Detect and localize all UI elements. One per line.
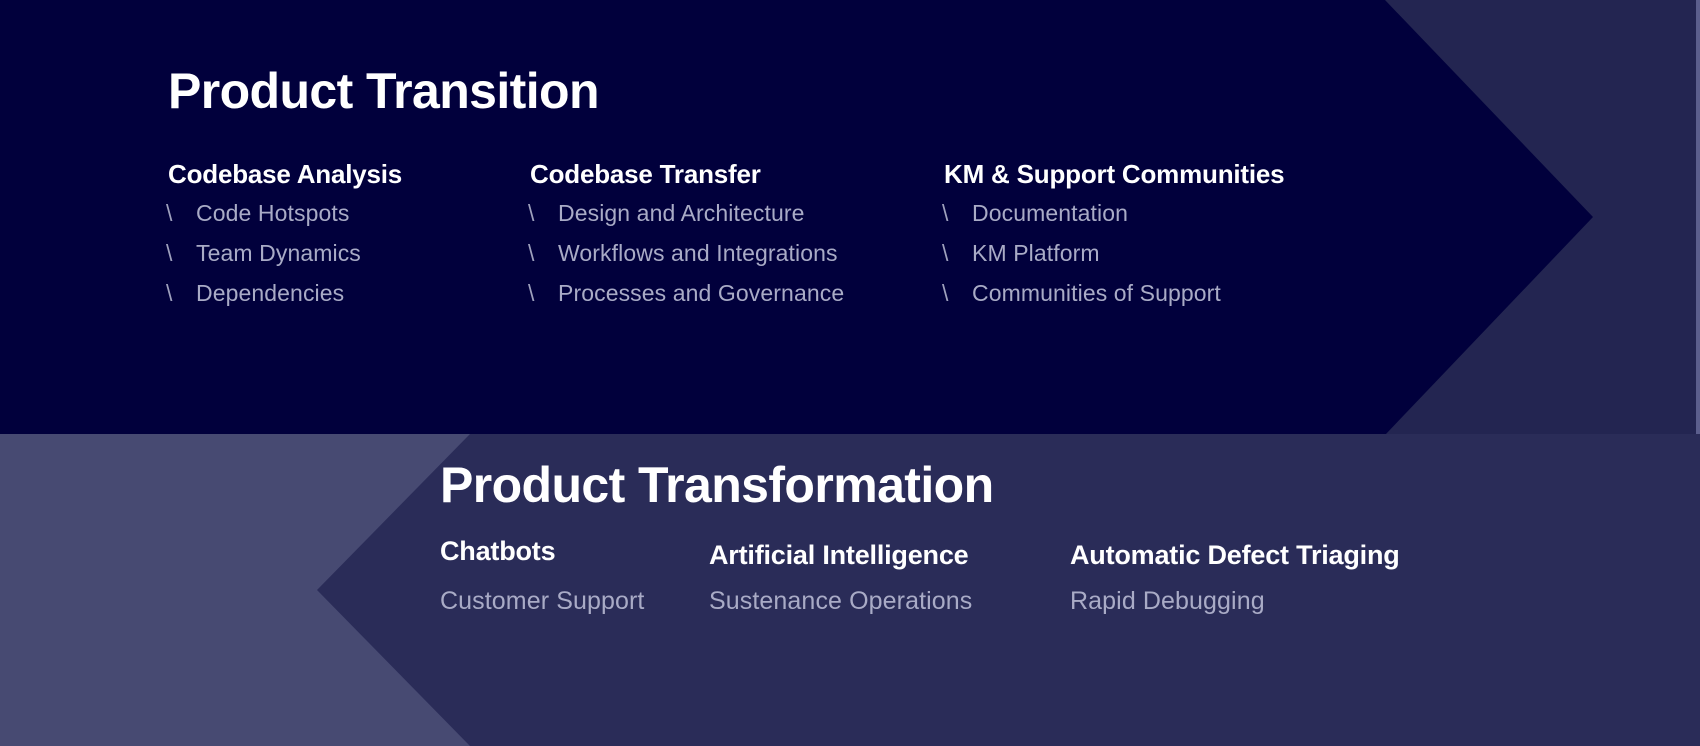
list-item: \ Design and Architecture: [528, 200, 844, 240]
list-item: \ Dependencies: [166, 280, 361, 320]
backslash-icon: \: [942, 200, 949, 226]
list-item: \ Team Dynamics: [166, 240, 361, 280]
list-item-label: Code Hotspots: [196, 200, 350, 226]
list-item: \ KM Platform: [942, 240, 1221, 280]
list-item-label: Team Dynamics: [196, 240, 361, 266]
column-caption-chatbots: Customer Support: [440, 587, 645, 615]
bullet-list-codebase-transfer: \ Design and Architecture \ Workflows an…: [528, 200, 844, 320]
backslash-icon: \: [166, 200, 173, 226]
list-item: \ Documentation: [942, 200, 1221, 240]
backslash-icon: \: [166, 280, 173, 306]
backslash-icon: \: [528, 200, 535, 226]
list-item: \ Communities of Support: [942, 280, 1221, 320]
list-item-label: Documentation: [972, 200, 1128, 226]
column-heading-chatbots: Chatbots: [440, 536, 556, 566]
column-heading-codebase-transfer: Codebase Transfer: [530, 159, 761, 189]
list-item-label: Dependencies: [196, 280, 345, 306]
backslash-icon: \: [942, 240, 949, 266]
column-caption-automatic-defect-triaging: Rapid Debugging: [1070, 587, 1265, 615]
bullet-list-km-support-communities: \ Documentation \ KM Platform \ Communit…: [942, 200, 1221, 320]
backslash-icon: \: [166, 240, 173, 266]
product-transition-title: Product Transition: [168, 63, 600, 119]
diagram-canvas: Product Transition Codebase Analysis \ C…: [0, 0, 1700, 746]
list-item-label: Design and Architecture: [558, 200, 805, 226]
product-transformation-title: Product Transformation: [440, 457, 994, 513]
list-item-label: KM Platform: [972, 240, 1100, 266]
list-item: \ Processes and Governance: [528, 280, 844, 320]
backslash-icon: \: [942, 280, 949, 306]
list-item-label: Communities of Support: [972, 280, 1221, 306]
column-heading-artificial-intelligence: Artificial Intelligence: [709, 540, 969, 570]
column-heading-km-support-communities: KM & Support Communities: [944, 159, 1285, 189]
column-caption-artificial-intelligence: Sustenance Operations: [709, 587, 973, 615]
list-item: \ Workflows and Integrations: [528, 240, 844, 280]
column-heading-automatic-defect-triaging: Automatic Defect Triaging: [1070, 540, 1400, 570]
list-item: \ Code Hotspots: [166, 200, 361, 240]
list-item-label: Processes and Governance: [558, 280, 845, 306]
list-item-label: Workflows and Integrations: [558, 240, 838, 266]
backslash-icon: \: [528, 240, 535, 266]
backslash-icon: \: [528, 280, 535, 306]
bullet-list-codebase-analysis: \ Code Hotspots \ Team Dynamics \ Depend…: [166, 200, 361, 320]
column-heading-codebase-analysis: Codebase Analysis: [168, 159, 403, 189]
